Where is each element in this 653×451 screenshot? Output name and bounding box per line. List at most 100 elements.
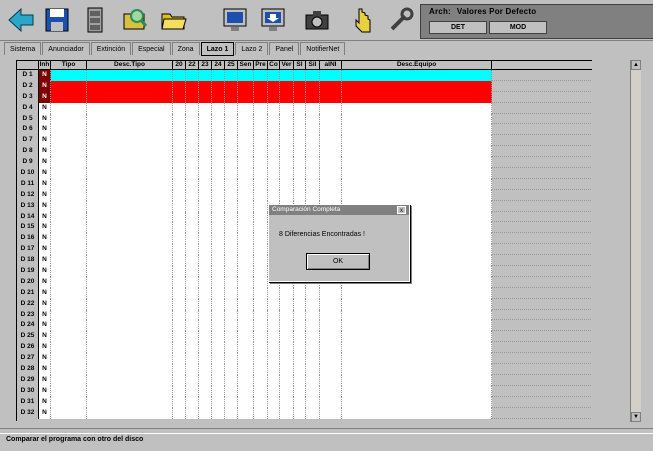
grid-cell[interactable] xyxy=(254,178,268,190)
table-row[interactable]: D 29 N xyxy=(17,374,593,386)
row-label[interactable]: D 24 xyxy=(17,320,39,332)
grid-cell[interactable] xyxy=(87,342,173,354)
row-label[interactable]: D 12 xyxy=(17,189,39,201)
grid-cell[interactable] xyxy=(254,200,268,212)
grid-cell[interactable] xyxy=(280,135,294,147)
grid-cell[interactable] xyxy=(238,102,254,114)
grid-cell[interactable] xyxy=(268,189,280,201)
grid-cell[interactable] xyxy=(254,102,268,114)
grid-cell[interactable] xyxy=(280,298,294,310)
grid-cell[interactable] xyxy=(280,113,294,125)
grid-cell[interactable] xyxy=(238,211,254,223)
grid-cell[interactable] xyxy=(199,157,212,169)
grid-cell[interactable] xyxy=(306,146,320,158)
grid-cell[interactable] xyxy=(238,113,254,125)
grid-cell[interactable] xyxy=(199,211,212,223)
grid-cell[interactable] xyxy=(199,276,212,288)
tab-sistema[interactable]: Sistema xyxy=(4,42,42,55)
grid-cell[interactable] xyxy=(342,70,492,81)
grid-cell[interactable] xyxy=(87,287,173,299)
grid-cell[interactable] xyxy=(87,113,173,125)
grid-cell[interactable] xyxy=(280,178,294,190)
grid-cell[interactable] xyxy=(225,80,238,92)
grid-cell[interactable] xyxy=(212,113,225,125)
grid-cell[interactable] xyxy=(280,320,294,332)
grid-cell[interactable] xyxy=(212,266,225,277)
grid-cell[interactable] xyxy=(173,287,186,299)
grid-cell[interactable] xyxy=(268,309,280,321)
row-label[interactable]: D 11 xyxy=(17,178,39,190)
grid-cell[interactable] xyxy=(254,70,268,81)
scroll-up-icon[interactable]: ▲ xyxy=(631,60,641,70)
grid-cell[interactable] xyxy=(238,320,254,332)
row-label[interactable]: D 23 xyxy=(17,309,39,321)
grid-cell[interactable] xyxy=(238,276,254,288)
inhibit-cell[interactable]: N xyxy=(39,374,51,386)
row-label[interactable]: D 15 xyxy=(17,222,39,234)
grid-cell[interactable] xyxy=(212,233,225,245)
inhibit-cell[interactable]: N xyxy=(39,189,51,201)
folder-search-icon[interactable] xyxy=(118,4,152,36)
table-row[interactable]: D 28 N xyxy=(17,364,593,375)
grid-cell[interactable] xyxy=(294,298,306,310)
grid-cell[interactable] xyxy=(186,157,199,169)
row-label[interactable]: D 2 xyxy=(17,80,39,92)
grid-cell[interactable] xyxy=(306,178,320,190)
grid-cell[interactable] xyxy=(87,146,173,158)
grid-cell[interactable] xyxy=(173,276,186,288)
grid-cell[interactable] xyxy=(87,396,173,408)
row-label[interactable]: D 10 xyxy=(17,168,39,179)
column-header[interactable]: Sl xyxy=(294,61,306,69)
table-row[interactable]: D 5N xyxy=(17,113,593,125)
grid-cell[interactable] xyxy=(212,255,225,267)
grid-cell[interactable] xyxy=(268,287,280,299)
grid-cell[interactable] xyxy=(280,146,294,158)
grid-cell[interactable] xyxy=(186,91,199,103)
grid-cell[interactable] xyxy=(238,91,254,103)
inhibit-cell[interactable]: N xyxy=(39,222,51,234)
grid-cell[interactable] xyxy=(173,396,186,408)
grid-cell[interactable] xyxy=(212,364,225,375)
grid-cell[interactable] xyxy=(320,342,342,354)
column-header[interactable]: aINI xyxy=(320,61,342,69)
inhibit-cell[interactable]: N xyxy=(39,244,51,256)
monitor-icon[interactable] xyxy=(218,4,252,36)
row-label[interactable]: D 17 xyxy=(17,244,39,256)
download-icon[interactable] xyxy=(256,4,290,36)
grid-cell[interactable] xyxy=(294,320,306,332)
inhibit-cell[interactable]: N xyxy=(39,385,51,397)
table-row[interactable]: D 8N xyxy=(17,146,593,158)
grid-cell[interactable] xyxy=(306,168,320,179)
row-label[interactable]: D 3 xyxy=(17,91,39,103)
grid-cell[interactable] xyxy=(87,135,173,147)
inhibit-cell[interactable]: N xyxy=(39,70,51,81)
grid-cell[interactable] xyxy=(225,91,238,103)
grid-cell[interactable] xyxy=(294,396,306,408)
tab-extinci-n[interactable]: Extinción xyxy=(90,42,132,55)
grid-cell[interactable] xyxy=(306,70,320,81)
grid-cell[interactable] xyxy=(320,287,342,299)
grid-cell[interactable] xyxy=(212,211,225,223)
grid-cell[interactable] xyxy=(212,70,225,81)
table-row[interactable]: D 9N xyxy=(17,157,593,169)
grid-cell[interactable] xyxy=(254,320,268,332)
grid-cell[interactable] xyxy=(254,233,268,245)
grid-cell[interactable] xyxy=(306,124,320,136)
grid-cell[interactable] xyxy=(268,102,280,114)
grid-cell[interactable] xyxy=(51,135,87,147)
grid-cell[interactable] xyxy=(254,266,268,277)
inhibit-cell[interactable]: N xyxy=(39,113,51,125)
grid-cell[interactable] xyxy=(199,396,212,408)
tab-zona[interactable]: Zona xyxy=(171,42,200,55)
grid-cell[interactable] xyxy=(225,276,238,288)
grid-cell[interactable] xyxy=(87,298,173,310)
grid-cell[interactable] xyxy=(268,168,280,179)
grid-cell[interactable] xyxy=(173,233,186,245)
grid-cell[interactable] xyxy=(268,385,280,397)
grid-cell[interactable] xyxy=(254,287,268,299)
grid-cell[interactable] xyxy=(268,157,280,169)
grid-cell[interactable] xyxy=(212,298,225,310)
grid-cell[interactable] xyxy=(186,211,199,223)
grid-cell[interactable] xyxy=(51,374,87,386)
grid-cell[interactable] xyxy=(342,374,492,386)
